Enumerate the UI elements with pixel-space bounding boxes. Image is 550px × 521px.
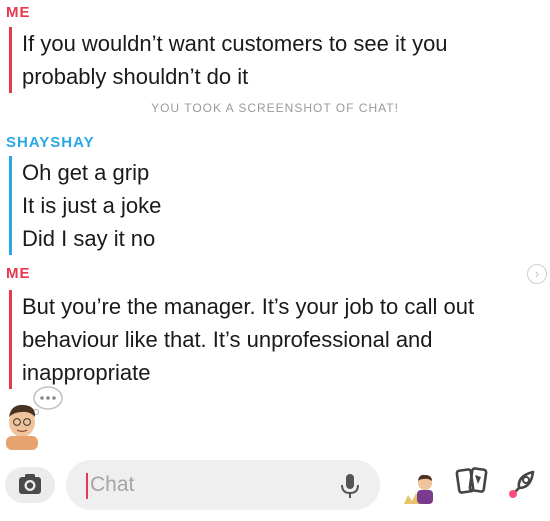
typing-bitmoji-icon bbox=[6, 386, 63, 450]
microphone-icon[interactable] bbox=[338, 473, 362, 499]
chevron-right-icon[interactable]: › bbox=[527, 264, 547, 284]
message-line: Oh get a grip bbox=[22, 160, 150, 185]
message-line: Did I say it no bbox=[22, 226, 156, 251]
sender-label-shayshay: SHAYSHAY bbox=[6, 134, 95, 151]
message-shayshay[interactable]: Oh get a grip It is just a joke Did I sa… bbox=[9, 156, 161, 255]
chat-input-bar: Chat bbox=[0, 452, 550, 521]
bitmoji-icon[interactable] bbox=[402, 468, 438, 508]
text-caret bbox=[86, 473, 88, 499]
camera-button[interactable] bbox=[5, 467, 55, 503]
message-line: behaviour like that. It’s unprofessional… bbox=[22, 327, 433, 352]
sender-label-me: ME bbox=[6, 265, 31, 282]
cards-icon[interactable] bbox=[454, 465, 490, 499]
message-line: It is just a joke bbox=[22, 193, 162, 218]
message-line: If you wouldn’t want customers to see it… bbox=[22, 31, 448, 56]
message-me-2[interactable]: But you’re the manager. It’s your job to… bbox=[9, 290, 474, 389]
message-line: inappropriate bbox=[22, 360, 151, 385]
screenshot-notice: YOU TOOK A SCREENSHOT OF CHAT! bbox=[151, 101, 399, 115]
message-line: probably shouldn’t do it bbox=[22, 64, 249, 89]
message-me-1[interactable]: If you wouldn’t want customers to see it… bbox=[9, 27, 448, 93]
message-line: But you’re the manager. It’s your job to… bbox=[22, 294, 475, 319]
chat-input-placeholder: Chat bbox=[90, 473, 135, 496]
rocket-icon[interactable] bbox=[505, 466, 541, 502]
sender-label-me: ME bbox=[6, 4, 31, 21]
chat-input[interactable]: Chat bbox=[66, 460, 380, 510]
camera-icon bbox=[19, 474, 41, 494]
